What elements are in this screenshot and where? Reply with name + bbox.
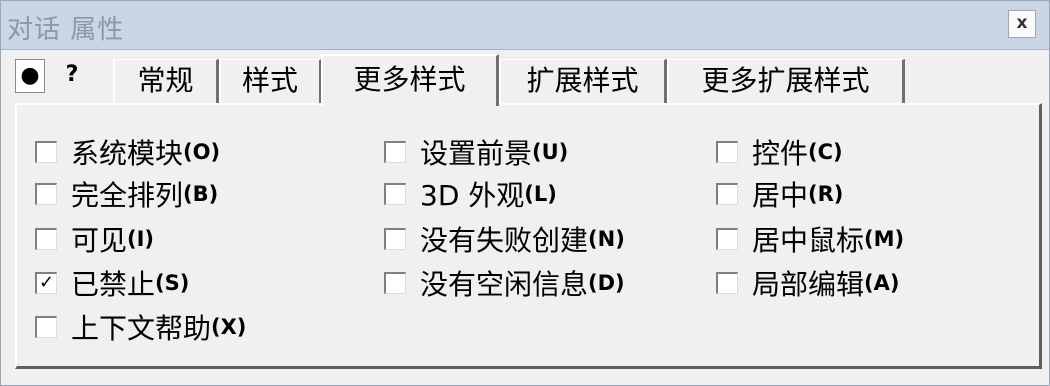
option-absolute-align[interactable]: 完全排列 (B) bbox=[35, 177, 219, 212]
accelerator-key: (I) bbox=[127, 227, 155, 251]
option-label: 居中鼠标 bbox=[752, 224, 865, 257]
option-label: 系统模块 bbox=[71, 137, 184, 170]
close-button[interactable]: x bbox=[1008, 10, 1036, 38]
accelerator-key: (L) bbox=[524, 182, 557, 206]
checkbox[interactable] bbox=[35, 183, 57, 205]
option-label: 可见 bbox=[71, 224, 128, 257]
option-label: 3D 外观 bbox=[420, 179, 525, 212]
checkbox[interactable] bbox=[716, 272, 738, 294]
option-3d-look[interactable]: 3D 外观 (L) bbox=[384, 177, 557, 212]
checkbox[interactable] bbox=[35, 228, 57, 250]
checkbox-checked[interactable]: ✓ bbox=[35, 272, 57, 294]
option-label: 局部编辑 bbox=[752, 268, 865, 301]
option-label: 控件 bbox=[752, 137, 809, 170]
accelerator-key: (D) bbox=[588, 271, 625, 295]
option-label: 没有空闲信息 bbox=[420, 268, 589, 301]
tab-styles[interactable]: 样式 bbox=[219, 59, 322, 103]
option-control[interactable]: 控件 (C) bbox=[716, 135, 843, 170]
checkbox[interactable] bbox=[384, 183, 406, 205]
dialog-properties-window: 对话 属性 x ● ? 常规 样式 更多样式 扩展样式 更多扩展样式 系统模块(… bbox=[0, 0, 1050, 386]
checkbox[interactable] bbox=[716, 141, 738, 163]
option-label: 居中 bbox=[752, 179, 809, 212]
checkbox[interactable] bbox=[384, 141, 406, 163]
accelerator-key: (X) bbox=[211, 315, 247, 339]
accelerator-key: (C) bbox=[808, 140, 843, 164]
accelerator-key: (R) bbox=[808, 182, 844, 206]
option-system-modal[interactable]: 系统模块 (O) bbox=[35, 135, 221, 170]
option-local-edit[interactable]: 局部编辑 (A) bbox=[716, 266, 900, 301]
pin-icon[interactable]: ● bbox=[15, 59, 45, 93]
option-disabled[interactable]: ✓ 已禁止 (S) bbox=[35, 266, 190, 301]
tab-extended-styles[interactable]: 扩展样式 bbox=[499, 59, 667, 103]
tab-more-styles[interactable]: 更多样式 bbox=[321, 54, 499, 106]
checkbox[interactable] bbox=[35, 316, 57, 338]
help-icon[interactable]: ? bbox=[57, 59, 87, 93]
checkbox[interactable] bbox=[716, 183, 738, 205]
accelerator-key: (N) bbox=[588, 227, 625, 251]
title-bar[interactable]: 对话 属性 x bbox=[1, 1, 1049, 50]
accelerator-key: (O) bbox=[183, 140, 221, 164]
checkbox[interactable] bbox=[384, 272, 406, 294]
option-center[interactable]: 居中 (R) bbox=[716, 177, 844, 212]
option-set-foreground[interactable]: 设置前景 (U) bbox=[384, 135, 569, 170]
option-no-idle-message[interactable]: 没有空闲信息 (D) bbox=[384, 266, 625, 301]
tab-general[interactable]: 常规 bbox=[113, 59, 219, 103]
accelerator-key: (S) bbox=[155, 271, 190, 295]
option-visible[interactable]: 可见 (I) bbox=[35, 222, 155, 257]
option-label: 已禁止 bbox=[71, 268, 156, 301]
accelerator-key: (B) bbox=[183, 182, 219, 206]
option-label: 完全排列 bbox=[71, 179, 184, 212]
window-title: 对话 属性 bbox=[7, 15, 125, 45]
checkbox[interactable] bbox=[35, 141, 57, 163]
option-label: 上下文帮助 bbox=[71, 312, 212, 345]
accelerator-key: (A) bbox=[864, 271, 900, 295]
option-center-mouse[interactable]: 居中鼠标 (M) bbox=[716, 222, 905, 257]
option-context-help[interactable]: 上下文帮助 (X) bbox=[35, 310, 247, 345]
option-no-fail-create[interactable]: 没有失败创建 (N) bbox=[384, 222, 625, 257]
tab-more-extended-styles[interactable]: 更多扩展样式 bbox=[667, 59, 905, 103]
checkbox[interactable] bbox=[384, 228, 406, 250]
accelerator-key: (U) bbox=[532, 140, 569, 164]
accelerator-key: (M) bbox=[864, 227, 905, 251]
checkbox[interactable] bbox=[716, 228, 738, 250]
option-label: 设置前景 bbox=[420, 137, 533, 170]
option-label: 没有失败创建 bbox=[420, 224, 589, 257]
